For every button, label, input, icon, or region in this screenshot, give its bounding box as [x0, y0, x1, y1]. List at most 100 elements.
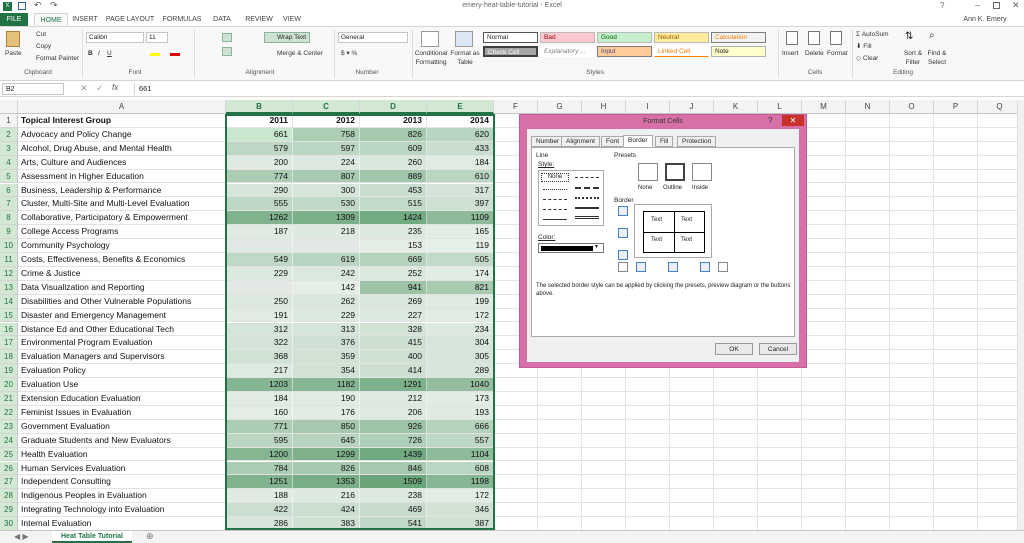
empty-cell[interactable] [802, 197, 846, 212]
column-header-h[interactable]: H [582, 100, 626, 114]
fill-button[interactable]: ⬇ Fill [856, 42, 872, 51]
name-box[interactable]: B2 [2, 83, 64, 95]
empty-cell[interactable] [934, 392, 978, 406]
row-header[interactable]: 11 [0, 253, 18, 267]
column-header-b[interactable]: B [226, 100, 293, 114]
empty-cell[interactable] [978, 309, 1017, 323]
value-cell[interactable]: 328 [360, 322, 427, 337]
row-header[interactable]: 24 [0, 433, 18, 448]
empty-cell[interactable] [934, 183, 978, 198]
empty-cell[interactable] [978, 128, 1017, 142]
empty-cell[interactable] [890, 280, 934, 295]
column-header-f[interactable]: F [494, 100, 538, 114]
empty-cell[interactable] [846, 405, 890, 420]
value-cell[interactable]: 453 [360, 183, 427, 198]
empty-cell[interactable] [670, 392, 714, 406]
empty-cell[interactable] [978, 489, 1017, 504]
tab-page-layout[interactable]: PAGE LAYOUT [104, 13, 156, 26]
empty-cell[interactable] [626, 475, 670, 490]
column-header-a[interactable]: A [18, 100, 226, 114]
empty-cell[interactable] [494, 517, 538, 530]
label-cell[interactable]: Integrating Technology into Evaluation [18, 503, 226, 518]
row-header[interactable]: 27 [0, 475, 18, 490]
empty-cell[interactable] [846, 433, 890, 448]
value-cell[interactable]: 200 [226, 155, 293, 170]
value-cell[interactable]: 505 [427, 253, 494, 267]
empty-cell[interactable] [978, 170, 1017, 184]
empty-cell[interactable] [978, 350, 1017, 365]
color-select[interactable]: ▾ [538, 243, 604, 253]
empty-cell[interactable] [934, 266, 978, 281]
empty-cell[interactable] [846, 197, 890, 212]
empty-cell[interactable] [758, 503, 802, 518]
empty-cell[interactable] [978, 517, 1017, 530]
empty-cell[interactable] [978, 364, 1017, 379]
empty-cell[interactable] [714, 503, 758, 518]
value-cell[interactable]: 290 [226, 183, 293, 198]
value-cell[interactable]: 1509 [360, 475, 427, 490]
row-header[interactable]: 6 [0, 183, 18, 198]
value-cell[interactable] [226, 239, 293, 253]
label-cell[interactable]: Human Services Evaluation [18, 461, 226, 476]
empty-cell[interactable] [582, 378, 626, 392]
value-cell[interactable]: 555 [226, 197, 293, 212]
value-cell[interactable]: 172 [427, 308, 494, 323]
value-cell[interactable]: 1251 [226, 475, 293, 490]
empty-cell[interactable] [582, 461, 626, 476]
empty-cell[interactable] [890, 253, 934, 267]
value-cell[interactable]: 400 [360, 350, 427, 365]
empty-cell[interactable] [846, 419, 890, 434]
value-cell[interactable]: 250 [226, 294, 293, 309]
empty-cell[interactable] [846, 461, 890, 476]
style-bad[interactable]: Bad [540, 32, 595, 43]
insert-icon[interactable] [786, 31, 798, 45]
empty-cell[interactable] [890, 197, 934, 212]
line-style-option[interactable] [575, 177, 599, 178]
empty-cell[interactable] [934, 503, 978, 518]
line-style-option[interactable] [575, 187, 599, 189]
value-cell[interactable]: 433 [427, 141, 494, 156]
value-cell[interactable]: 579 [226, 141, 293, 156]
empty-cell[interactable] [978, 406, 1017, 420]
row-header[interactable]: 21 [0, 392, 18, 406]
value-cell[interactable]: 1203 [226, 378, 293, 392]
value-cell[interactable]: 174 [427, 266, 494, 281]
value-cell[interactable]: 216 [293, 489, 360, 504]
insert-button[interactable]: Insert [782, 49, 798, 58]
empty-cell[interactable] [538, 489, 582, 504]
empty-cell[interactable] [978, 211, 1017, 226]
empty-cell[interactable] [934, 197, 978, 212]
empty-cell[interactable] [626, 392, 670, 406]
value-cell[interactable]: 661 [226, 127, 293, 142]
empty-cell[interactable] [978, 156, 1017, 170]
empty-cell[interactable] [802, 419, 846, 434]
empty-cell[interactable] [890, 392, 934, 406]
empty-cell[interactable] [494, 489, 538, 504]
dialog-tab-border[interactable]: Border [623, 135, 653, 147]
align-center-icon[interactable] [222, 47, 232, 56]
empty-cell[interactable] [494, 392, 538, 406]
empty-cell[interactable] [538, 405, 582, 420]
format-as-table-button[interactable]: Format as Table [450, 49, 480, 67]
style-neutral[interactable]: Neutral [654, 32, 709, 43]
empty-cell[interactable] [934, 141, 978, 156]
empty-cell[interactable] [890, 419, 934, 434]
empty-cell[interactable] [802, 405, 846, 420]
empty-cell[interactable] [714, 475, 758, 490]
tab-insert[interactable]: INSERT [70, 13, 100, 26]
conditional-formatting-button[interactable]: Conditional Formatting [413, 49, 449, 67]
add-sheet-icon[interactable]: ⊕ [146, 531, 154, 542]
preset-outline-button[interactable] [665, 163, 685, 181]
value-cell[interactable]: 595 [226, 433, 293, 448]
year-header-cell[interactable]: 2011 [226, 114, 293, 128]
empty-cell[interactable] [802, 433, 846, 448]
empty-cell[interactable] [802, 378, 846, 392]
sheet-nav-icon[interactable]: ◀ ▶ [14, 532, 29, 541]
empty-cell[interactable] [846, 127, 890, 142]
value-cell[interactable]: 610 [427, 169, 494, 184]
empty-cell[interactable] [846, 253, 890, 267]
empty-cell[interactable] [978, 225, 1017, 240]
value-cell[interactable]: 252 [360, 266, 427, 281]
value-cell[interactable]: 238 [360, 489, 427, 504]
empty-cell[interactable] [890, 433, 934, 448]
